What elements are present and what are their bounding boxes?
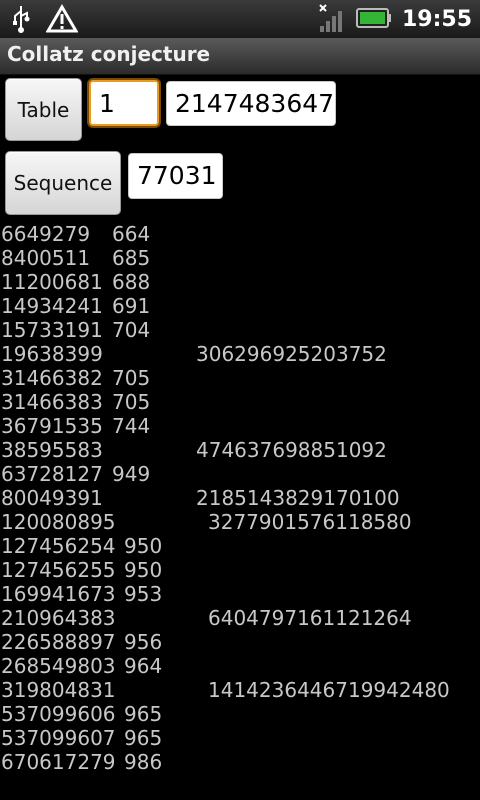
result-number: 127456255 — [1, 558, 116, 582]
result-peak: 474637698851092 — [196, 438, 387, 462]
title-bar: Collatz conjecture — [0, 38, 480, 75]
result-number: 80049391 — [1, 486, 103, 510]
result-number: 8400511 — [1, 246, 91, 270]
result-number: 319804831 — [1, 678, 116, 702]
result-number: 15733191 — [1, 318, 103, 342]
result-row: 127456255 950 — [0, 558, 480, 582]
result-steps: 704 — [112, 318, 151, 342]
result-number: 36791535 — [1, 414, 103, 438]
result-row: 210964383 6404797161121264 — [0, 606, 480, 630]
result-number: 210964383 — [1, 606, 116, 630]
result-row: 8400511 685 — [0, 246, 480, 270]
result-number: 31466382 — [1, 366, 103, 390]
result-steps: 949 — [112, 462, 151, 486]
result-steps: 964 — [124, 654, 163, 678]
status-time: 19:55 — [401, 7, 472, 32]
status-system: 19:55 — [318, 2, 472, 38]
result-peak: 1414236446719942480 — [208, 678, 450, 702]
result-steps: 691 — [112, 294, 151, 318]
result-row: 14934241 691 — [0, 294, 480, 318]
result-steps: 950 — [124, 558, 163, 582]
result-row: 226588897 956 — [0, 630, 480, 654]
result-number: 6649279 — [1, 222, 91, 246]
status-notifications — [10, 4, 79, 38]
result-row: 11200681 688 — [0, 270, 480, 294]
result-steps: 950 — [124, 534, 163, 558]
result-row: 169941673 953 — [0, 582, 480, 606]
result-number: 537099607 — [1, 726, 116, 750]
result-number: 38595583 — [1, 438, 103, 462]
result-steps: 965 — [124, 726, 163, 750]
result-row: 670617279 986 — [0, 750, 480, 774]
result-row: 31466383 705 — [0, 390, 480, 414]
results-list: 6649279 664 8400511 685 11200681 688 14934241 6… — [0, 222, 480, 774]
warning-icon — [45, 4, 79, 38]
result-steps: 744 — [112, 414, 151, 438]
result-steps: 688 — [112, 270, 151, 294]
battery-icon — [355, 7, 392, 33]
sequence-button[interactable]: Sequence — [5, 151, 121, 215]
result-number: 268549803 — [1, 654, 116, 678]
result-row: 319804831 1414236446719942480 — [0, 678, 480, 702]
result-row: 31466382 705 — [0, 366, 480, 390]
result-row: 6649279 664 — [0, 222, 480, 246]
result-number: 537099606 — [1, 702, 116, 726]
result-row: 38595583 474637698851092 — [0, 438, 480, 462]
result-number: 19638399 — [1, 342, 103, 366]
table-start-input[interactable]: 1 — [89, 80, 159, 126]
result-number: 14934241 — [1, 294, 103, 318]
result-row: 80049391 2185143829170100 — [0, 486, 480, 510]
table-button[interactable]: Table — [5, 78, 82, 141]
no-data-signal-icon — [318, 2, 346, 38]
result-row: 63728127 949 — [0, 462, 480, 486]
result-peak: 306296925203752 — [196, 342, 387, 366]
result-row: 537099606 965 — [0, 702, 480, 726]
usb-icon — [10, 4, 32, 38]
result-peak: 6404797161121264 — [208, 606, 412, 630]
result-number: 63728127 — [1, 462, 103, 486]
result-steps: 705 — [112, 366, 151, 390]
result-peak: 3277901576118580 — [208, 510, 412, 534]
result-row: 19638399 306296925203752 — [0, 342, 480, 366]
result-number: 31466383 — [1, 390, 103, 414]
result-steps: 956 — [124, 630, 163, 654]
result-row: 127456254 950 — [0, 534, 480, 558]
result-number: 11200681 — [1, 270, 103, 294]
result-row: 537099607 965 — [0, 726, 480, 750]
result-number: 169941673 — [1, 582, 116, 606]
result-steps: 685 — [112, 246, 151, 270]
result-steps: 953 — [124, 582, 163, 606]
result-number: 127456254 — [1, 534, 116, 558]
result-row: 36791535 744 — [0, 414, 480, 438]
result-steps: 965 — [124, 702, 163, 726]
result-row: 15733191 704 — [0, 318, 480, 342]
result-number: 226588897 — [1, 630, 116, 654]
sequence-input[interactable]: 77031 — [128, 153, 223, 199]
result-row: 268549803 964 — [0, 654, 480, 678]
status-bar: 19:55 — [0, 0, 480, 38]
result-steps: 986 — [124, 750, 163, 774]
result-steps: 664 — [112, 222, 151, 246]
result-steps: 705 — [112, 390, 151, 414]
result-peak: 2185143829170100 — [196, 486, 400, 510]
result-row: 120080895 3277901576118580 — [0, 510, 480, 534]
app-title: Collatz conjecture — [7, 42, 211, 66]
result-number: 670617279 — [1, 750, 116, 774]
result-number: 120080895 — [1, 510, 116, 534]
table-end-input[interactable]: 2147483647 — [166, 81, 336, 126]
